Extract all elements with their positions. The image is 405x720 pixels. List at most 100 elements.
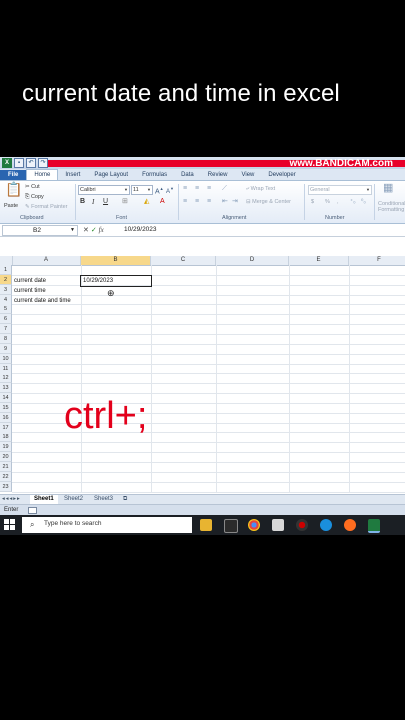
column-header-b[interactable]: B xyxy=(81,256,151,265)
paste-button[interactable]: Paste xyxy=(4,203,18,209)
currency-button[interactable]: $ xyxy=(311,199,314,205)
merge-center-button[interactable]: ⊟ Merge & Center xyxy=(246,199,291,205)
sheet-tab-1[interactable]: Sheet1 xyxy=(30,495,58,504)
align-center-icon[interactable]: ≡ xyxy=(195,198,199,206)
underline-button[interactable]: U xyxy=(103,198,108,205)
row-header[interactable]: 1 xyxy=(0,265,12,275)
windows-start-icon[interactable] xyxy=(4,519,16,531)
taskbar-search-box[interactable]: ⌕ Type here to search xyxy=(22,517,192,533)
cell-b2[interactable]: 10/29/2023 xyxy=(83,276,113,286)
file-explorer-icon[interactable] xyxy=(200,519,212,531)
shrink-font-icon[interactable]: A▼ xyxy=(166,185,174,196)
cell-a3[interactable]: current time xyxy=(14,286,46,296)
wrap-text-button[interactable]: ⤶ Wrap Text xyxy=(246,186,275,193)
row-header[interactable]: 10 xyxy=(0,353,12,364)
firefox-icon[interactable] xyxy=(344,519,356,531)
number-format-select[interactable]: General ▼ xyxy=(308,185,372,195)
name-box[interactable]: B2 ▼ xyxy=(2,225,78,236)
row-header[interactable]: 21 xyxy=(0,462,12,472)
column-header-d[interactable]: D xyxy=(216,256,289,265)
cell-a2[interactable]: current date xyxy=(14,276,46,286)
save-icon[interactable]: ▪ xyxy=(14,158,24,168)
record-icon[interactable] xyxy=(296,519,308,531)
indent-icon[interactable]: ⇤ xyxy=(222,198,228,206)
row-header[interactable]: 20 xyxy=(0,452,12,463)
tab-view[interactable]: View xyxy=(234,170,261,180)
font-name-select[interactable]: Calibri ▼ xyxy=(78,185,130,195)
column-header-a[interactable]: A xyxy=(12,256,81,265)
row-header[interactable]: 3 xyxy=(0,284,12,295)
tab-review[interactable]: Review xyxy=(201,170,235,180)
tab-formulas[interactable]: Formulas xyxy=(135,170,174,180)
orientation-icon[interactable]: ⟋ xyxy=(222,185,227,193)
row-header[interactable]: 14 xyxy=(0,393,12,404)
row-header[interactable]: 18 xyxy=(0,432,12,443)
align-left-icon[interactable]: ≡ xyxy=(183,198,187,206)
row-header[interactable]: 17 xyxy=(0,422,12,433)
tab-developer[interactable]: Developer xyxy=(261,170,302,180)
mail-icon[interactable] xyxy=(272,519,284,531)
row-header[interactable]: 19 xyxy=(0,442,12,453)
row-header[interactable]: 4 xyxy=(0,294,12,305)
sheet-tab-2[interactable]: Sheet2 xyxy=(60,495,87,504)
align-right-icon[interactable]: ≡ xyxy=(207,198,211,206)
column-header-e[interactable]: E xyxy=(289,256,349,265)
format-painter-button[interactable]: ✎ Format Painter xyxy=(25,204,68,210)
row-header[interactable]: 13 xyxy=(0,383,12,394)
row-header[interactable]: 8 xyxy=(0,333,12,344)
comma-button[interactable]: , xyxy=(337,199,339,205)
sheet-tab-3[interactable]: Sheet3 xyxy=(90,495,117,504)
conditional-formatting-icon[interactable]: ▦ xyxy=(383,183,393,194)
tab-home[interactable]: Home xyxy=(26,169,59,180)
worksheet-grid[interactable]: A B C D E F 1 2 3 4 5 6 7 8 9 10 11 12 13 14 15 16 17 18 1… xyxy=(0,256,405,493)
row-header[interactable]: 12 xyxy=(0,373,12,384)
font-size-select[interactable]: 11 ▼ xyxy=(131,185,153,195)
chrome-icon[interactable] xyxy=(248,519,260,531)
row-header[interactable]: 6 xyxy=(0,314,12,325)
align-bottom-icon[interactable]: ≡ xyxy=(207,185,211,193)
row-header[interactable]: 11 xyxy=(0,363,12,374)
store-icon[interactable] xyxy=(224,519,238,533)
tab-insert[interactable]: Insert xyxy=(58,170,87,180)
tab-data[interactable]: Data xyxy=(174,170,201,180)
bold-button[interactable]: B xyxy=(80,198,85,205)
align-middle-icon[interactable]: ≡ xyxy=(195,185,199,193)
macro-record-icon[interactable] xyxy=(28,507,37,514)
row-header[interactable]: 22 xyxy=(0,471,12,482)
copy-button[interactable]: ⎘ Copy xyxy=(25,194,44,201)
italic-button[interactable]: I xyxy=(92,198,94,206)
cut-button[interactable]: ✂ Cut xyxy=(25,184,40,190)
outdent-icon[interactable]: ⇥ xyxy=(232,198,238,206)
fill-color-icon[interactable]: ◭ xyxy=(144,198,149,206)
grow-font-icon[interactable]: A▲ xyxy=(155,185,164,196)
edge-icon[interactable] xyxy=(320,519,332,531)
row-header[interactable]: 2 xyxy=(0,274,12,285)
increase-decimal-icon[interactable]: ⁺₀ xyxy=(350,198,356,206)
align-top-icon[interactable]: ≡ xyxy=(183,185,187,193)
paste-icon[interactable]: 📋 xyxy=(5,182,22,196)
insert-function-button[interactable]: fx xyxy=(99,226,104,234)
redo-icon[interactable]: ↷ xyxy=(38,158,48,168)
row-header[interactable]: 5 xyxy=(0,304,12,315)
formula-input[interactable]: 10/29/2023 xyxy=(124,225,157,235)
row-header[interactable]: 16 xyxy=(0,412,12,423)
row-header[interactable]: 7 xyxy=(0,324,12,335)
confirm-entry-icon[interactable]: ✓ xyxy=(91,227,97,234)
row-header[interactable]: 9 xyxy=(0,343,12,354)
new-sheet-icon[interactable]: ⧉ xyxy=(119,495,131,504)
undo-icon[interactable]: ↶ xyxy=(26,158,36,168)
conditional-formatting-button[interactable]: Conditional Formatting xyxy=(378,201,405,213)
percent-button[interactable]: % xyxy=(325,199,330,205)
row-header[interactable]: 23 xyxy=(0,481,12,492)
font-color-icon[interactable]: A xyxy=(160,198,165,206)
sheet-nav-arrows-icon[interactable]: ◂◂◂▸▸ xyxy=(2,495,21,504)
decrease-decimal-icon[interactable]: ⁰₀ xyxy=(361,198,366,206)
column-header-c[interactable]: C xyxy=(151,256,216,265)
cancel-entry-icon[interactable]: ✕ xyxy=(83,227,89,234)
tab-page-layout[interactable]: Page Layout xyxy=(87,170,135,180)
column-header-f[interactable]: F xyxy=(349,256,405,265)
tab-file[interactable]: File xyxy=(0,170,27,180)
excel-taskbar-icon[interactable] xyxy=(368,519,380,533)
cell-a4[interactable]: current date and time xyxy=(14,296,71,306)
borders-icon[interactable]: ⊞ xyxy=(122,198,128,206)
